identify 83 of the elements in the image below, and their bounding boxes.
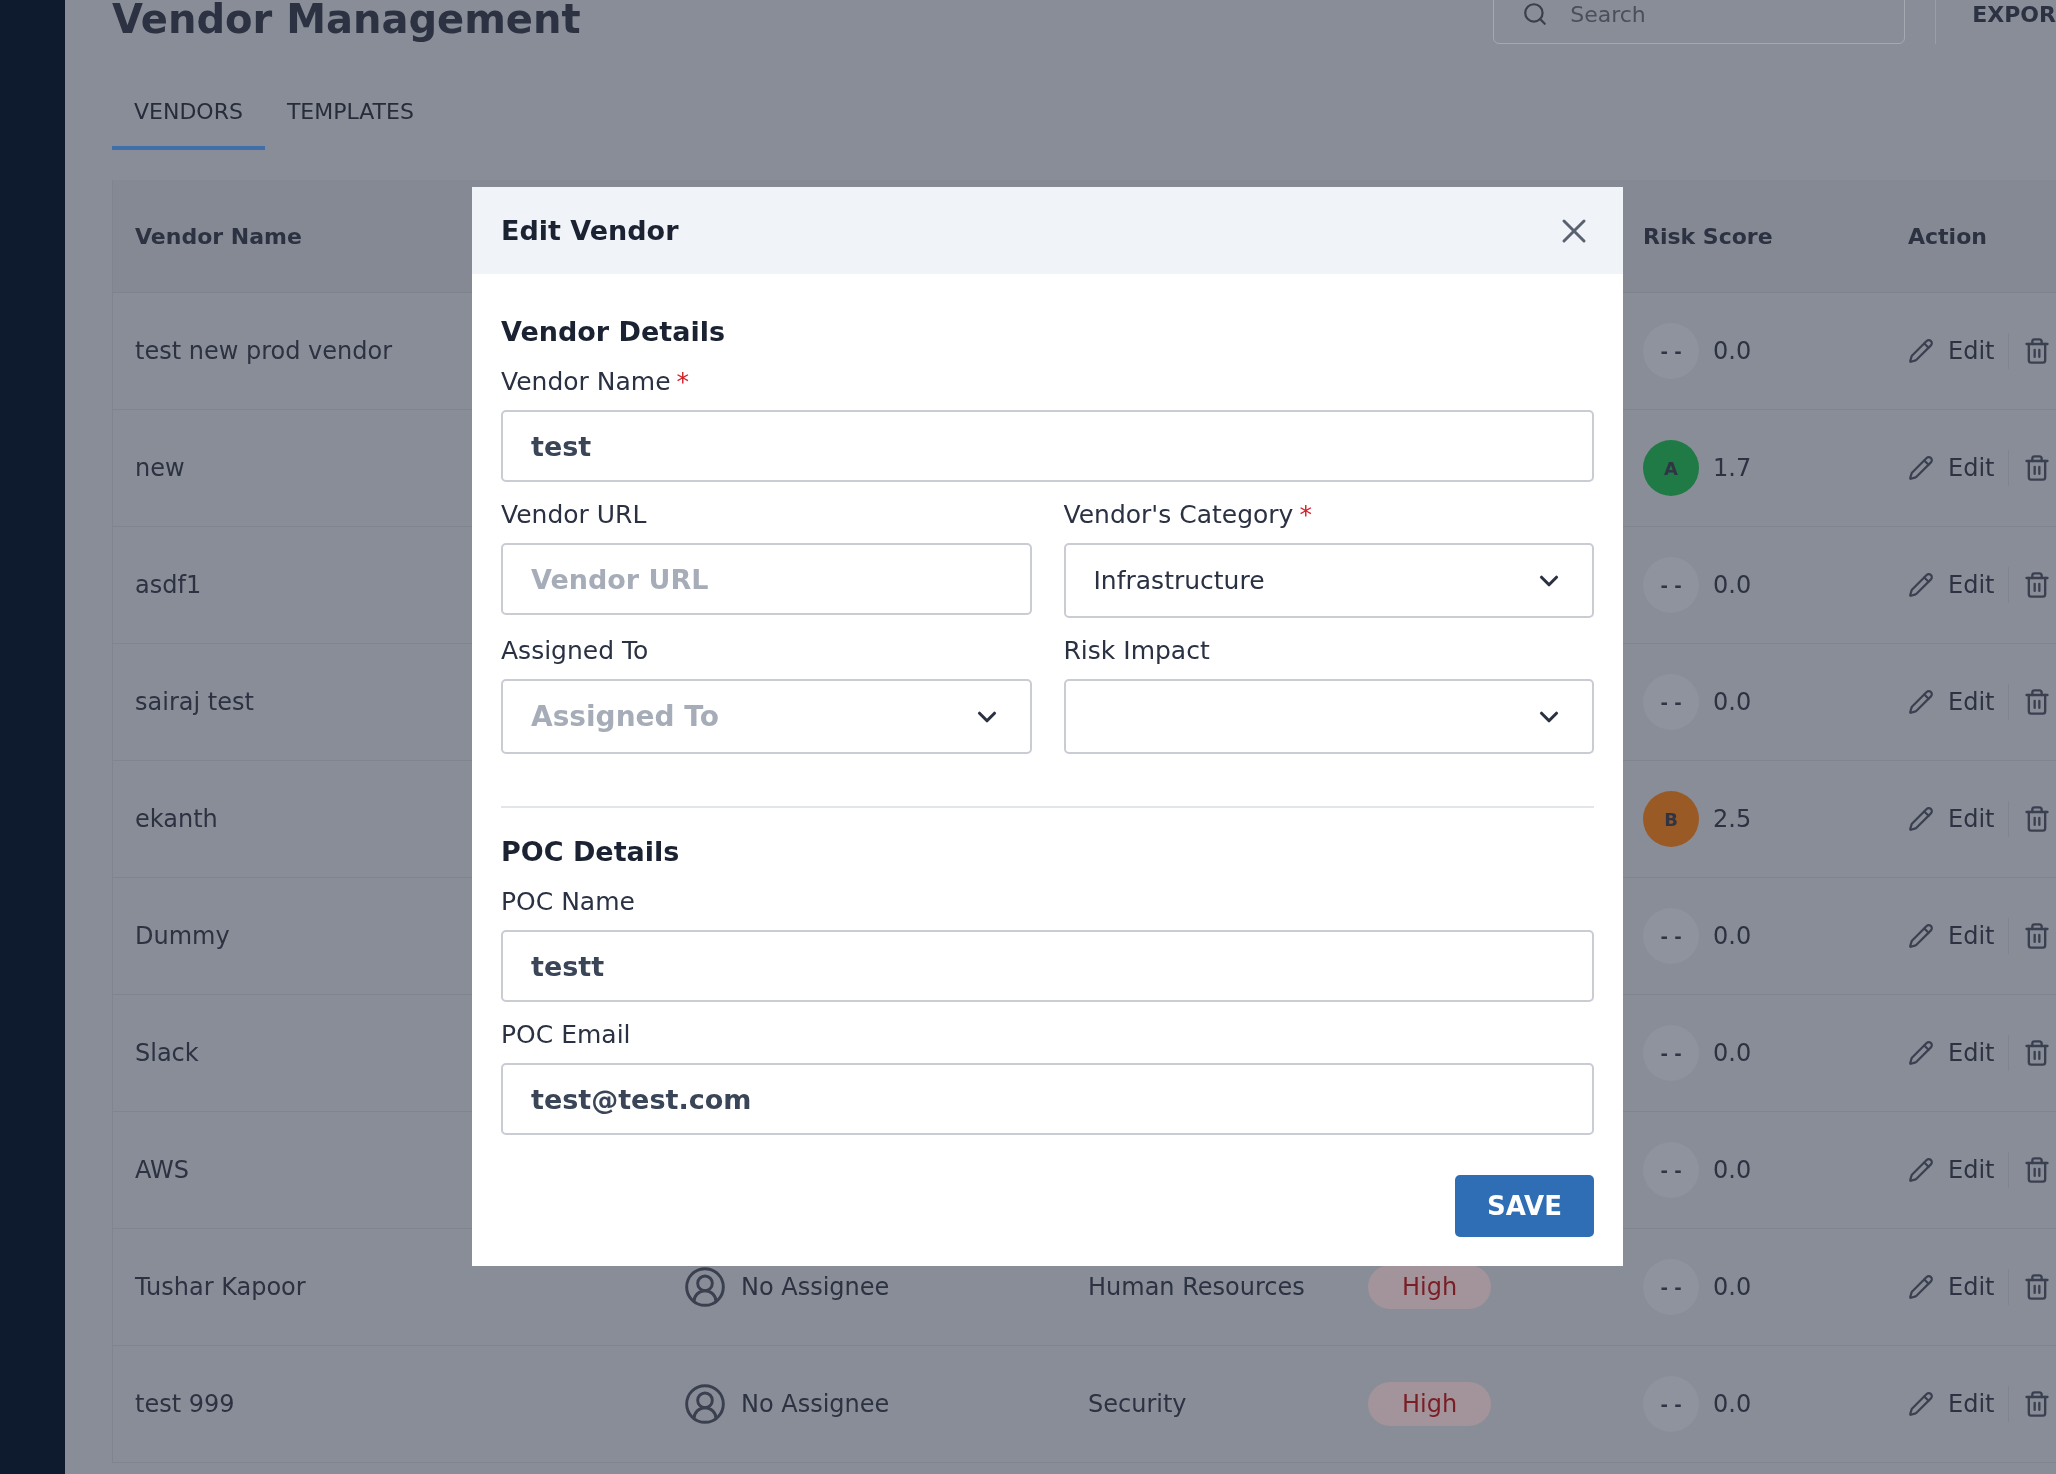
tab[interactable]: TEMPLATES bbox=[264, 99, 436, 150]
vendor-name: Tushar Kapoor bbox=[135, 1273, 306, 1301]
field-label: POC Name bbox=[501, 887, 636, 916]
select-field[interactable]: Infrastructure bbox=[1063, 543, 1594, 618]
pencil-icon bbox=[1908, 338, 1934, 364]
field-label: Risk Impact bbox=[1063, 636, 1211, 665]
pencil-icon bbox=[1908, 1391, 1934, 1417]
category: Human Resources bbox=[1088, 1273, 1305, 1301]
vendor-name: ekanth bbox=[135, 805, 218, 833]
field-label: Vendor's Category * bbox=[1063, 500, 1313, 529]
risk-impact-tag: High bbox=[1368, 1265, 1492, 1309]
vendor-name: Dummy bbox=[135, 922, 230, 950]
grade-badge: - - bbox=[1643, 908, 1699, 964]
risk-score: 1.7 bbox=[1713, 454, 1752, 482]
pencil-icon bbox=[1908, 572, 1934, 598]
edit-link[interactable]: Edit bbox=[1948, 1390, 1995, 1418]
column-header: Action bbox=[1886, 180, 2056, 293]
assignee: No Assignee bbox=[741, 1273, 890, 1301]
select-field[interactable] bbox=[1063, 679, 1594, 754]
save-button[interactable]: SAVE bbox=[1455, 1175, 1594, 1237]
field-label: Vendor URL bbox=[501, 500, 648, 529]
select-field[interactable]: Assigned To bbox=[501, 679, 1032, 754]
vendor-name: sairaj test bbox=[135, 688, 254, 716]
field-label: Assigned To bbox=[501, 636, 650, 665]
pencil-icon bbox=[1908, 1040, 1934, 1066]
user-icon bbox=[683, 1382, 727, 1426]
tab[interactable]: VENDORS bbox=[112, 99, 265, 150]
vendor-name: new bbox=[135, 454, 185, 482]
section-heading: POC Details bbox=[501, 836, 681, 867]
grade-badge: - - bbox=[1643, 674, 1699, 730]
pencil-icon bbox=[1908, 689, 1934, 715]
risk-score: 0.0 bbox=[1713, 1390, 1752, 1418]
grade-badge: - - bbox=[1643, 323, 1699, 379]
field-label: Vendor Name * bbox=[501, 367, 691, 396]
user-icon bbox=[683, 1265, 727, 1309]
section-heading: Vendor Details bbox=[501, 316, 726, 347]
edit-link[interactable]: Edit bbox=[1948, 1156, 1995, 1184]
grade-badge: - - bbox=[1643, 557, 1699, 613]
edit-link[interactable]: Edit bbox=[1948, 571, 1995, 599]
category: Security bbox=[1088, 1390, 1187, 1418]
edit-link[interactable]: Edit bbox=[1948, 337, 1995, 365]
pencil-icon bbox=[1908, 806, 1934, 832]
column-header: Risk Score bbox=[1621, 180, 1886, 293]
grade-badge: - - bbox=[1643, 1142, 1699, 1198]
input-field[interactable]: testt bbox=[501, 930, 1594, 1002]
field-label: POC Email bbox=[501, 1020, 632, 1049]
pencil-icon bbox=[1908, 1274, 1934, 1300]
grade-badge: - - bbox=[1643, 1376, 1699, 1432]
search-icon bbox=[1522, 1, 1549, 27]
edit-link[interactable]: Edit bbox=[1948, 688, 1995, 716]
risk-score: 0.0 bbox=[1713, 922, 1752, 950]
input-field[interactable]: test bbox=[501, 410, 1594, 482]
pencil-icon bbox=[1908, 1157, 1934, 1183]
grade-badge: A bbox=[1643, 440, 1699, 496]
vendor-name: test 999 bbox=[135, 1390, 235, 1418]
pencil-icon bbox=[1908, 923, 1934, 949]
edit-link[interactable]: Edit bbox=[1948, 922, 1995, 950]
input-field[interactable]: test@test.com bbox=[501, 1063, 1594, 1135]
vendor-name: AWS bbox=[135, 1156, 190, 1184]
risk-score: 0.0 bbox=[1713, 571, 1752, 599]
risk-score: 2.5 bbox=[1713, 805, 1752, 833]
input-field[interactable]: Vendor URL bbox=[501, 543, 1032, 615]
page-title: Vendor Management bbox=[112, 0, 582, 42]
risk-score: 0.0 bbox=[1713, 1039, 1752, 1067]
vendor-name: test new prod vendor bbox=[135, 337, 393, 365]
vendor-name: asdf1 bbox=[135, 571, 202, 599]
assignee: No Assignee bbox=[741, 1390, 890, 1418]
edit-link[interactable]: Edit bbox=[1948, 805, 1995, 833]
search-field[interactable]: Search bbox=[1493, 0, 1906, 44]
risk-score: 0.0 bbox=[1713, 1273, 1752, 1301]
risk-score: 0.0 bbox=[1713, 337, 1752, 365]
grade-badge: - - bbox=[1643, 1025, 1699, 1081]
edit-link[interactable]: Edit bbox=[1948, 454, 1995, 482]
vendor-name: Slack bbox=[135, 1039, 199, 1067]
pencil-icon bbox=[1908, 455, 1934, 481]
export-button[interactable]: EXPOR bbox=[1935, 0, 2056, 44]
risk-impact-tag: High bbox=[1368, 1382, 1492, 1426]
risk-score: 0.0 bbox=[1713, 1156, 1752, 1184]
edit-link[interactable]: Edit bbox=[1948, 1273, 1995, 1301]
grade-badge: - - bbox=[1643, 1259, 1699, 1315]
edit-link[interactable]: Edit bbox=[1948, 1039, 1995, 1067]
risk-score: 0.0 bbox=[1713, 688, 1752, 716]
grade-badge: B bbox=[1643, 791, 1699, 847]
